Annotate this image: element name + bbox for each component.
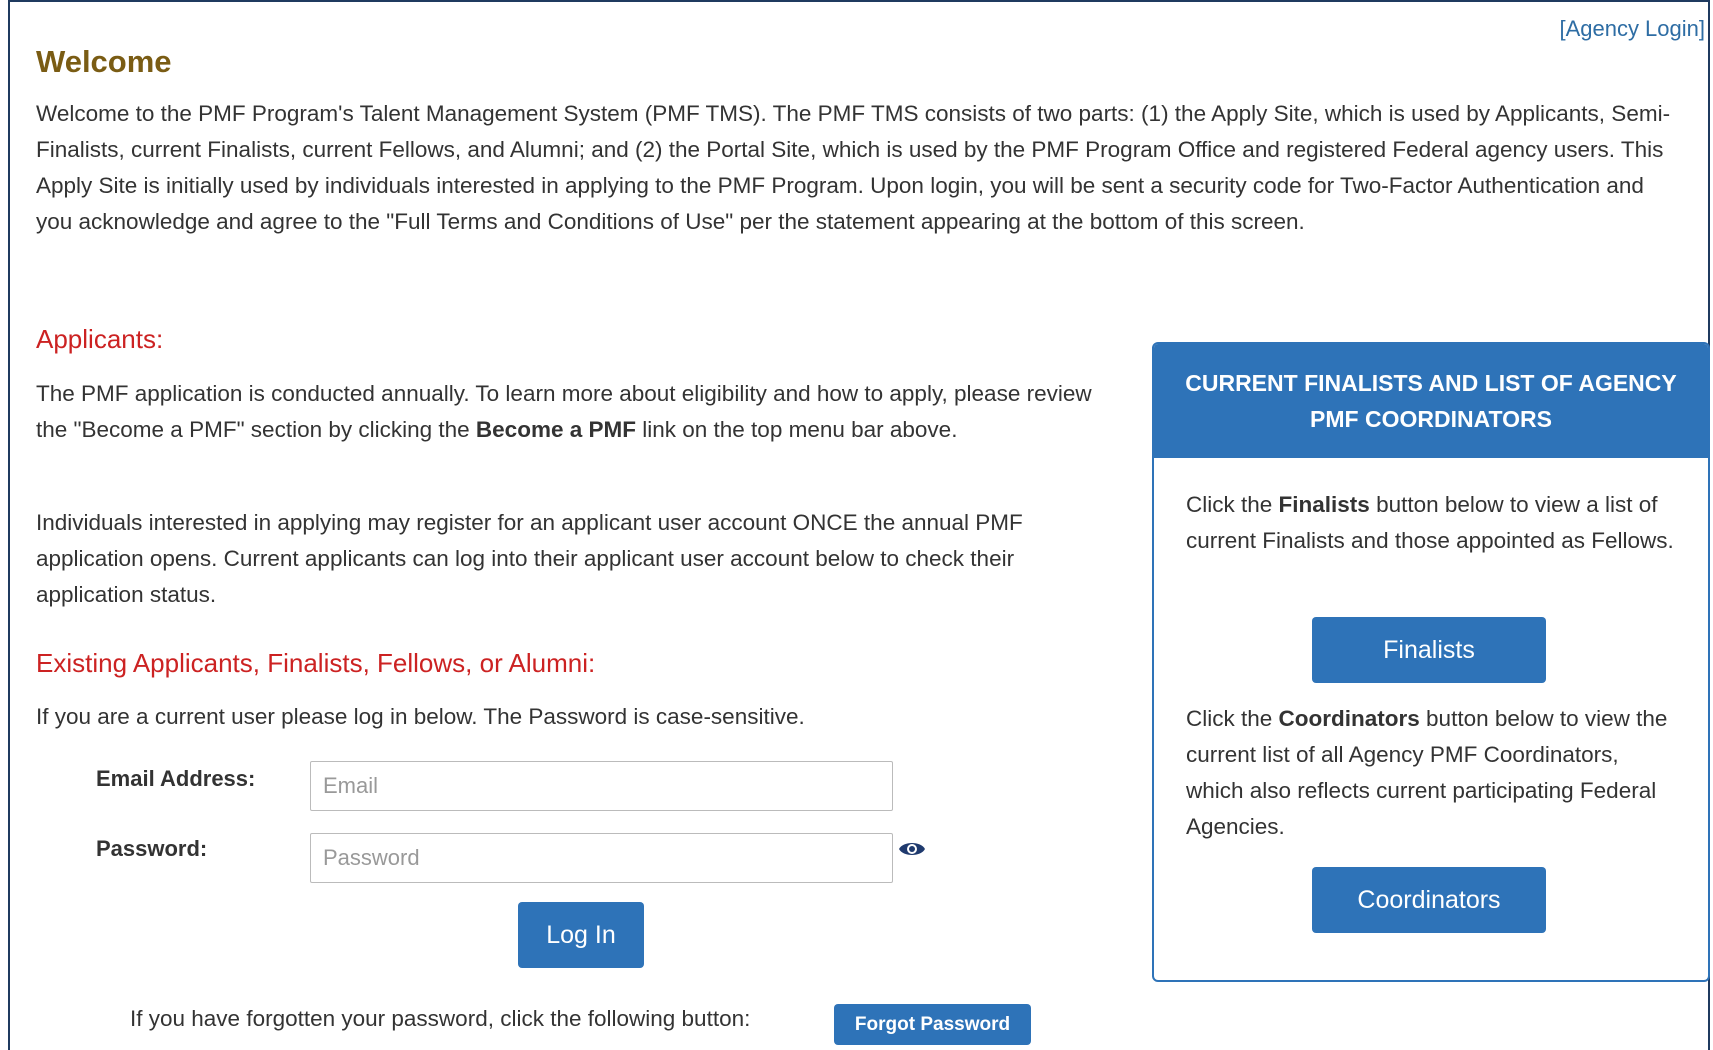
forgot-password-button[interactable]: Forgot Password [834, 1004, 1031, 1045]
agency-login-link[interactable]: [Agency Login] [1559, 16, 1705, 42]
coordinators-bold: Coordinators [1278, 706, 1420, 731]
applicants-text-1b: link on the top menu bar above. [635, 417, 958, 442]
coordinators-button[interactable]: Coordinators [1312, 867, 1546, 933]
eye-icon[interactable] [898, 838, 926, 860]
password-label: Password: [96, 836, 208, 861]
applicants-heading: Applicants: [36, 324, 164, 354]
email-label: Email Address: [96, 766, 256, 791]
forgot-password-text: If you have forgotten your password, cli… [130, 1006, 751, 1031]
login-instruction: If you are a current user please log in … [36, 704, 805, 729]
finalists-coordinators-card: CURRENT FINALISTS AND LIST OF AGENCY PMF… [1152, 342, 1710, 982]
welcome-text: Welcome to the PMF Program's Talent Mana… [36, 101, 1671, 234]
email-field[interactable] [310, 761, 893, 811]
coordinators-description: Click the Coordinators button below to v… [1186, 701, 1676, 845]
finalists-description: Click the Finalists button below to view… [1186, 487, 1676, 559]
page-title: Welcome [36, 44, 172, 79]
login-button[interactable]: Log In [518, 902, 644, 968]
password-field[interactable] [310, 833, 893, 883]
applicants-paragraph-2: Individuals interested in applying may r… [36, 510, 1023, 607]
finalists-button[interactable]: Finalists [1312, 617, 1546, 683]
card-title: CURRENT FINALISTS AND LIST OF AGENCY PMF… [1154, 344, 1708, 458]
finalists-text-a: Click the [1186, 492, 1279, 517]
coordinators-text-a: Click the [1186, 706, 1279, 731]
become-pmf-bold: Become a PMF [475, 417, 636, 442]
applicants-paragraph-1: The PMF application is conducted annuall… [36, 376, 1126, 448]
finalists-bold: Finalists [1278, 492, 1370, 517]
existing-users-heading: Existing Applicants, Finalists, Fellows,… [36, 648, 596, 678]
